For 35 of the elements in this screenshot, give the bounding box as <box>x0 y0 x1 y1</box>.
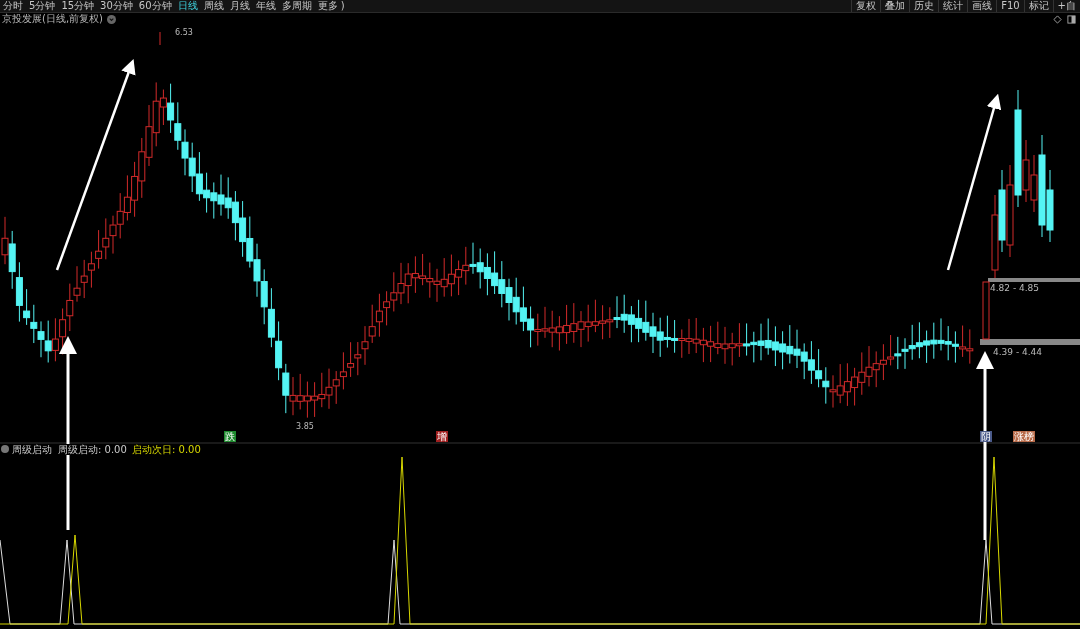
toolbar-button[interactable]: 标记 <box>1023 0 1053 12</box>
toolbar-button[interactable]: F10 <box>996 0 1024 12</box>
toolbar-button[interactable]: 复权 <box>851 0 881 12</box>
low-price-label: 3.85 <box>296 422 314 431</box>
diamond-icon[interactable] <box>1053 14 1062 24</box>
signal-badge: 阴 <box>980 431 992 442</box>
signal-badge: 跌 <box>224 431 236 442</box>
collapse-icon[interactable] <box>1 445 9 453</box>
period-tab[interactable]: 分时 <box>0 0 26 12</box>
high-price-label: 6.53 <box>175 28 193 37</box>
period-tab[interactable]: 15分钟 <box>58 0 98 12</box>
period-tab[interactable]: 年线 <box>252 0 279 12</box>
toolbar-button[interactable]: 画线 <box>967 0 997 12</box>
price-range-label: 4.82 - 4.85 <box>990 283 1040 293</box>
panel-icon[interactable] <box>1067 14 1076 24</box>
period-tab[interactable]: 周线 <box>200 0 227 12</box>
indicator-value: 启动次日: 0.00 <box>132 444 201 455</box>
period-tab[interactable]: 更多 ) <box>314 0 348 12</box>
indicator-value: 周级启动: 0.00 <box>58 444 127 455</box>
period-tab[interactable]: 多周期 <box>278 0 315 12</box>
period-tab[interactable]: 日线 <box>174 0 201 12</box>
dropdown-icon[interactable] <box>107 14 116 24</box>
toolbar-button[interactable]: 统计 <box>938 0 968 12</box>
period-tab[interactable]: 月线 <box>226 0 253 12</box>
price-range-label: 4.39 - 4.44 <box>993 347 1043 357</box>
period-tab[interactable]: 5分钟 <box>26 0 59 12</box>
toolbar-button[interactable]: +自 <box>1052 0 1080 12</box>
chart-title: 京投发展(日线,前复权) <box>2 13 103 25</box>
toolbar-button[interactable]: 叠加 <box>880 0 910 12</box>
period-tab[interactable]: 60分钟 <box>135 0 175 12</box>
signal-badge: 增 <box>436 431 448 442</box>
indicator-name: 周级启动 <box>12 444 52 455</box>
signal-badge: 涨榜 <box>1013 431 1035 442</box>
period-tab[interactable]: 30分钟 <box>97 0 136 12</box>
toolbar-button[interactable]: 历史 <box>909 0 939 12</box>
